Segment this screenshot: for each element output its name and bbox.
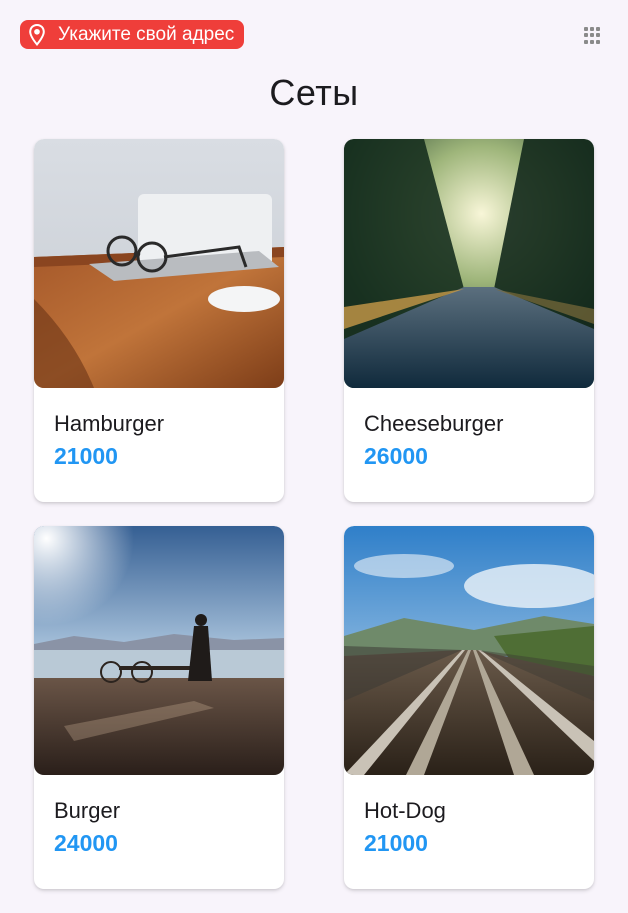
page-title: Сеты [269, 72, 359, 113]
product-name: Cheeseburger [364, 411, 504, 436]
product-price: 24000 [54, 830, 118, 856]
product-image [34, 526, 284, 775]
location-pin-icon [29, 23, 45, 46]
address-prompt-label: Укажите свой адрес [58, 23, 235, 45]
address-button[interactable]: Укажите свой адрес [20, 20, 245, 49]
product-name: Hot-Dog [364, 798, 446, 823]
product-price: 26000 [364, 443, 428, 469]
product-price: 21000 [54, 443, 118, 469]
product-price: 21000 [364, 830, 428, 856]
product-name: Hamburger [54, 411, 165, 436]
grid-menu-icon[interactable] [584, 27, 601, 44]
product-image [344, 139, 594, 388]
product-image [34, 139, 284, 388]
top-bar: Укажите свой адрес [0, 0, 628, 70]
product-card-burger[interactable]: Burger 24000 [34, 526, 284, 889]
product-name: Burger [54, 798, 121, 823]
product-card-hamburger[interactable]: Hamburger 21000 [34, 139, 284, 502]
product-card-cheeseburger[interactable]: Cheeseburger 26000 [344, 139, 594, 502]
product-card-hot-dog[interactable]: Hot-Dog 21000 [344, 526, 594, 889]
product-image [344, 526, 594, 775]
